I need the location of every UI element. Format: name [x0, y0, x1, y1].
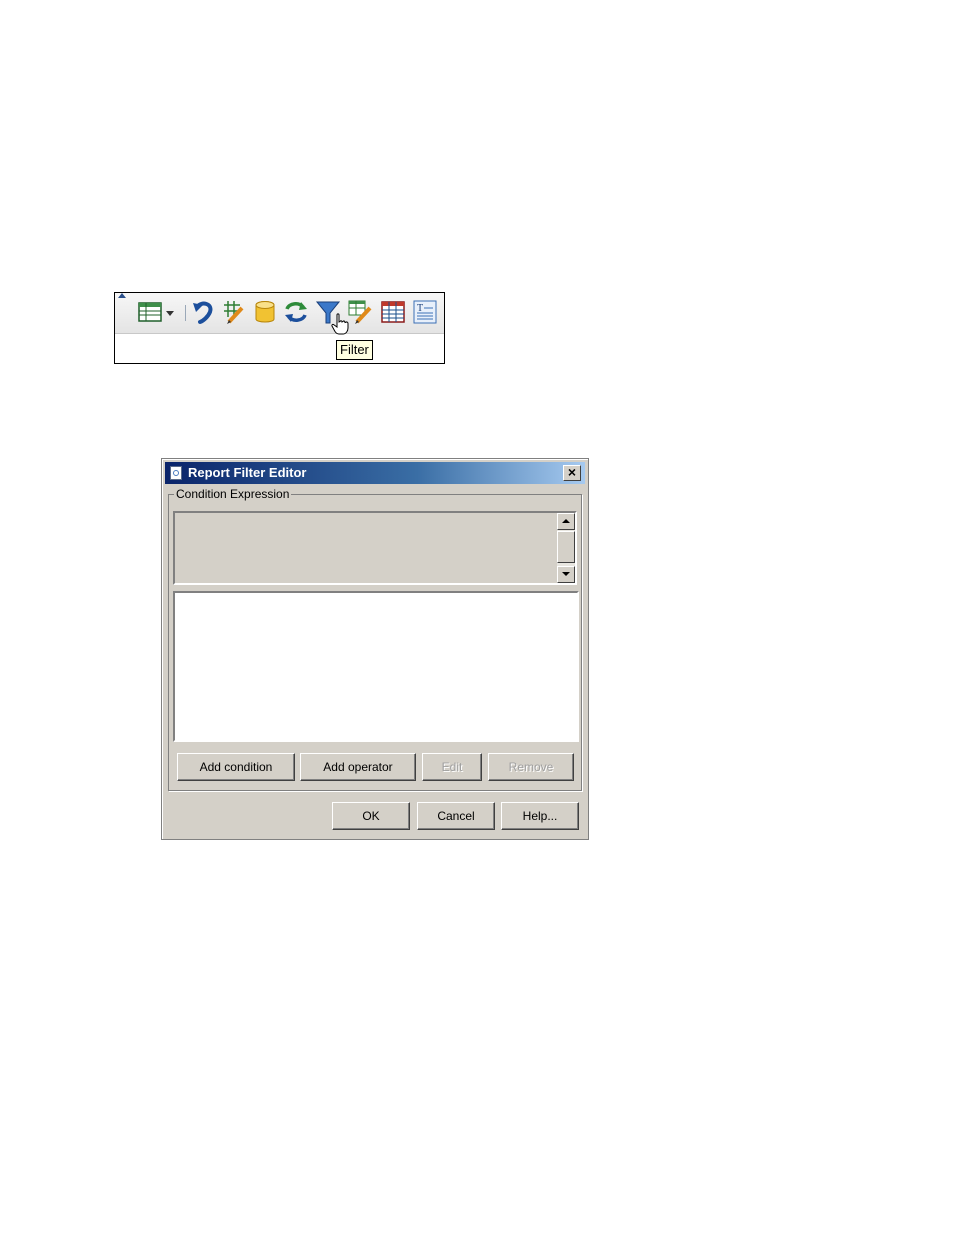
toolbar-separator [185, 305, 186, 321]
condition-expression-label: Condition Expression [174, 486, 292, 502]
cancel-button[interactable]: Cancel [417, 802, 495, 830]
dropdown-arrow-icon[interactable] [165, 299, 175, 325]
toolbar: T [115, 293, 444, 335]
close-button[interactable]: × [563, 465, 581, 481]
text-icon[interactable]: T [412, 299, 438, 325]
report-filter-editor-dialog: Report Filter Editor × Condition Express… [161, 458, 589, 840]
svg-text:T: T [417, 303, 423, 314]
edit-button[interactable]: Edit [422, 753, 482, 781]
condition-expression-group: Condition Expression Add condition Add o… [168, 486, 582, 791]
remove-button[interactable]: Remove [488, 753, 574, 781]
undo-icon[interactable] [191, 299, 217, 325]
table-icon[interactable] [137, 299, 163, 325]
help-button[interactable]: Help... [501, 802, 579, 830]
condition-expression-textarea[interactable] [173, 511, 577, 585]
filter-tooltip: Filter [336, 340, 373, 360]
refresh-icon[interactable] [283, 299, 309, 325]
add-operator-button[interactable]: Add operator [300, 753, 416, 781]
dialog-title: Report Filter Editor [188, 465, 307, 480]
toolbar-panel: T Filter [114, 292, 445, 364]
ok-button[interactable]: OK [332, 802, 410, 830]
edit-table-icon[interactable] [347, 299, 373, 325]
condition-list[interactable] [173, 591, 579, 742]
collapse-arrow-icon[interactable] [118, 293, 126, 298]
add-condition-button[interactable]: Add condition [177, 753, 295, 781]
scroll-up-icon[interactable] [557, 513, 575, 530]
scroll-down-icon[interactable] [557, 566, 575, 583]
expression-scrollbar[interactable] [557, 513, 575, 583]
database-icon[interactable] [252, 299, 278, 325]
dialog-titlebar[interactable]: Report Filter Editor × [165, 462, 585, 484]
edit-grid-icon[interactable] [220, 299, 246, 325]
scroll-thumb[interactable] [557, 531, 575, 563]
dialog-app-icon [170, 466, 182, 480]
table-grid-icon[interactable] [380, 299, 406, 325]
